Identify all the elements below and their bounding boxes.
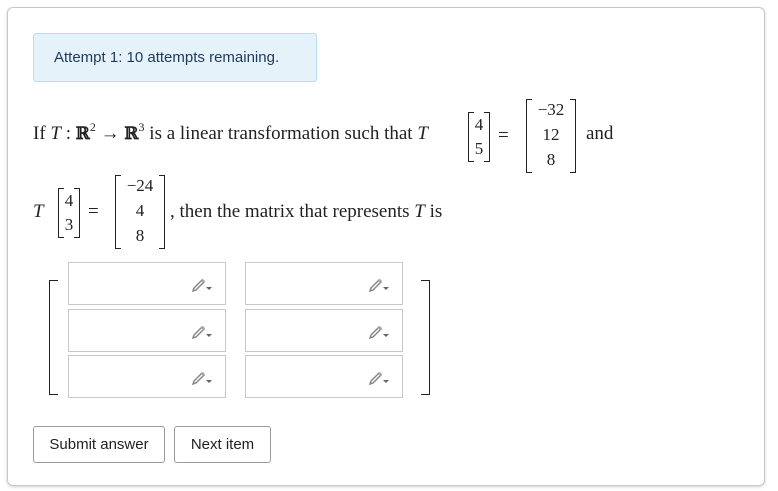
output-vector-2: −24 4 8	[115, 175, 165, 249]
T-symbol-3: T	[33, 201, 44, 222]
is-text: is	[429, 201, 443, 222]
input-vector-1: 4 5	[468, 112, 490, 162]
answer-cell-r1-c2[interactable]	[245, 262, 403, 305]
pencil-dropdown-icon[interactable]	[191, 323, 213, 340]
submit-answer-button[interactable]: Submit answer	[33, 426, 165, 463]
exponent-3: 3	[138, 120, 145, 134]
if-text: If	[33, 123, 46, 144]
pencil-dropdown-icon[interactable]	[191, 369, 213, 386]
v2-in-1: 3	[64, 215, 74, 234]
answer-cell-r3-c2[interactable]	[245, 355, 403, 398]
R-symbol-codomain: ℝ	[124, 124, 139, 144]
next-item-button[interactable]: Next item	[174, 426, 271, 463]
input-vector-2: 4 3	[58, 188, 80, 238]
T-symbol: T	[50, 123, 61, 144]
answer-bracket-right	[421, 280, 430, 395]
T-symbol-4: T	[414, 201, 425, 222]
v1-out-0: −32	[537, 100, 565, 119]
answer-cell-r3-c1[interactable]	[68, 355, 226, 398]
colon-symbol: :	[65, 123, 72, 144]
equals-1: =	[498, 125, 509, 146]
v1-out-2: 8	[546, 150, 556, 169]
and-text: and	[586, 123, 614, 144]
question-line-2: , then the matrix that represents T is	[170, 201, 442, 223]
output-vector-1: −32 12 8	[526, 99, 576, 173]
answer-cell-r2-c2[interactable]	[245, 309, 403, 352]
answer-cell-r1-c1[interactable]	[68, 262, 226, 305]
pencil-dropdown-icon[interactable]	[191, 276, 213, 293]
attempt-text: Attempt 1: 10 attempts remaining.	[54, 49, 280, 66]
then-text: , then the matrix that represents	[170, 201, 410, 222]
R-symbol-domain: ℝ	[75, 124, 90, 144]
question-card: Attempt 1: 10 attempts remaining. If T :…	[7, 7, 765, 486]
v2-out-1: 4	[135, 201, 145, 220]
v1-in-0: 4	[474, 115, 484, 134]
v2-out-0: −24	[126, 176, 154, 195]
v2-out-2: 8	[135, 226, 145, 245]
middle-text: is a linear transformation such that	[149, 123, 413, 144]
answer-cell-r2-c1[interactable]	[68, 309, 226, 352]
answer-bracket-left	[49, 280, 58, 395]
v2-in-0: 4	[64, 191, 74, 210]
arrow-symbol: →	[100, 123, 120, 144]
v1-in-1: 5	[474, 139, 484, 158]
pencil-dropdown-icon[interactable]	[368, 276, 390, 293]
pencil-dropdown-icon[interactable]	[368, 369, 390, 386]
T-symbol-2: T	[417, 123, 428, 144]
equals-2: =	[88, 201, 99, 222]
exponent-2: 2	[89, 120, 96, 134]
pencil-dropdown-icon[interactable]	[368, 323, 390, 340]
question-line-1: If T : ℝ2 → ℝ3 is a linear transformatio…	[33, 120, 428, 145]
v1-out-1: 12	[542, 125, 560, 144]
attempt-alert: Attempt 1: 10 attempts remaining.	[33, 33, 317, 82]
